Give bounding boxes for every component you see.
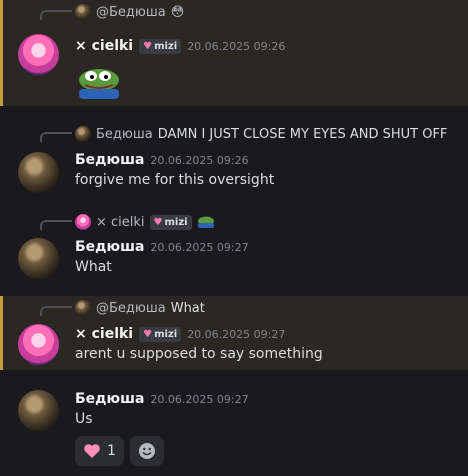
message-text: arent u supposed to say something [75, 346, 323, 362]
reply-avatar [75, 214, 91, 230]
guild-tag[interactable]: ♥ mizi [139, 326, 182, 342]
timestamp: 20.06.2025 09:27 [150, 240, 249, 254]
message-1: @Бедюша 😳 × cielki ♥ mizi 20.06.2025 09:2… [0, 0, 468, 106]
reply-author[interactable]: @Бедюша [96, 5, 166, 20]
reply-spine [40, 132, 72, 142]
username[interactable]: × cielki [75, 326, 133, 342]
heart-icon [84, 444, 100, 458]
message-2: Бедюша DAMN I JUST CLOSE MY EYES AND SHU… [0, 122, 468, 198]
message-text: Us [75, 411, 93, 427]
reply-spine [40, 10, 72, 20]
reply-avatar [75, 300, 91, 316]
username[interactable]: Бедюша [75, 239, 144, 255]
username[interactable]: Бедюша [75, 391, 144, 407]
reply-preview[interactable]: Бедюша DAMN I JUST CLOSE MY EYES AND SHU… [75, 125, 447, 143]
message-header: Бедюша 20.06.2025 09:27 [75, 237, 249, 257]
message-header: × cielki ♥ mizi 20.06.2025 09:26 [75, 36, 285, 56]
message-header: Бедюша 20.06.2025 09:26 [75, 150, 249, 170]
heart-icon: ♥ [153, 216, 163, 228]
guild-tag[interactable]: ♥ mizi [149, 214, 192, 230]
message-5: Бедюша 20.06.2025 09:27 Us [0, 382, 468, 476]
avatar[interactable] [18, 238, 59, 279]
message-4: @Бедюша What × cielki ♥ mizi 20.06.2025 0… [0, 296, 468, 370]
flushed-emoji-icon: 😳 [170, 4, 185, 20]
reply-author[interactable]: Бедюша [96, 127, 153, 142]
reaction-count: 1 [107, 443, 116, 459]
avatar[interactable] [18, 390, 59, 431]
message-header: Бедюша 20.06.2025 09:27 [75, 389, 249, 409]
add-reaction-button[interactable] [129, 436, 164, 466]
timestamp: 20.06.2025 09:27 [150, 392, 249, 406]
reply-author[interactable]: × cielki [96, 215, 145, 230]
username[interactable]: Бедюша [75, 152, 144, 168]
reactions-bar: 1 [75, 436, 164, 466]
sticker-icon [197, 216, 214, 228]
reply-text[interactable]: DAMN I JUST CLOSE MY EYES AND SHUT OFF [158, 127, 448, 142]
reply-preview[interactable]: @Бедюша 😳 [75, 3, 184, 21]
heart-icon: ♥ [143, 328, 153, 340]
guild-tag[interactable]: ♥ mizi [139, 38, 182, 54]
avatar[interactable] [18, 324, 59, 365]
reply-spine [40, 306, 72, 316]
reply-preview[interactable]: @Бедюша What [75, 299, 205, 317]
reply-preview[interactable]: × cielki ♥ mizi [75, 213, 215, 231]
message-text: forgive me for this oversight [75, 172, 275, 188]
message-3: × cielki ♥ mizi Бедюша 20.06.2025 09:27 W… [0, 210, 468, 290]
reply-avatar [75, 4, 91, 20]
reply-text[interactable]: What [171, 301, 205, 316]
reply-author[interactable]: @Бедюша [96, 301, 166, 316]
avatar[interactable] [18, 34, 59, 75]
message-text: What [75, 259, 112, 275]
avatar[interactable] [18, 152, 59, 193]
reply-avatar [75, 126, 91, 142]
message-header: × cielki ♥ mizi 20.06.2025 09:27 [75, 324, 285, 344]
reaction-heart[interactable]: 1 [75, 436, 124, 466]
timestamp: 20.06.2025 09:26 [187, 39, 286, 53]
timestamp: 20.06.2025 09:27 [187, 327, 286, 341]
heart-icon: ♥ [143, 40, 153, 52]
pepe-sticker[interactable] [75, 66, 123, 100]
timestamp: 20.06.2025 09:26 [150, 153, 249, 167]
username[interactable]: × cielki [75, 38, 133, 54]
reply-spine [40, 220, 72, 230]
smiley-icon [138, 443, 155, 459]
